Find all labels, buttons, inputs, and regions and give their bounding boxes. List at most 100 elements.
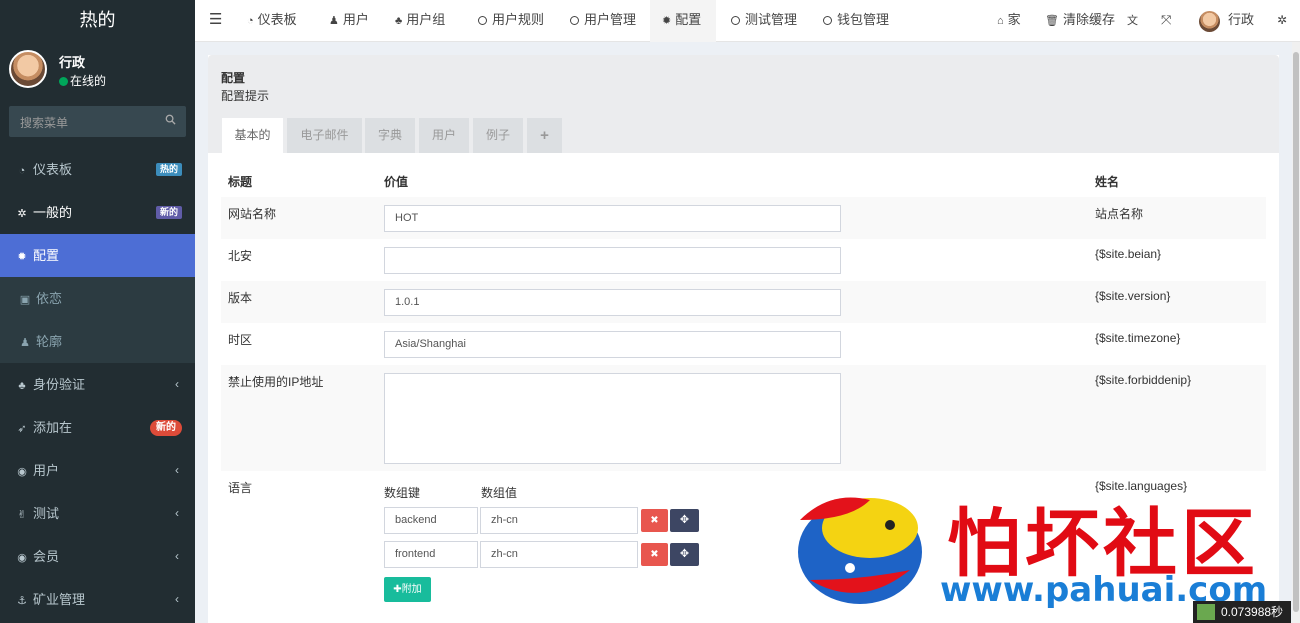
nav-tab-wallet-manage[interactable]: 钱包管理	[823, 0, 889, 42]
nav-tab-dashboard[interactable]: ◔ 仪表板	[247, 0, 297, 42]
row-name: 站点名称	[1095, 207, 1144, 221]
status-text: 在线的	[70, 74, 107, 88]
image-icon: ▣	[19, 294, 31, 306]
table-row: 版本 1.0.1 {$site.version}	[221, 281, 1266, 323]
translate-button[interactable]: 文	[1127, 0, 1138, 42]
clear-cache-button[interactable]: 🗑 清除缓存	[1045, 0, 1115, 42]
append-label: 附加	[401, 584, 422, 595]
tab-email[interactable]: 电子邮件	[287, 118, 362, 153]
scrollbar[interactable]	[1292, 42, 1300, 623]
online-dot-icon	[59, 77, 68, 86]
sidebar-item-config[interactable]: ✹ 配置	[0, 234, 195, 277]
sidebar-item-mining[interactable]: ⚓ 矿业管理 ‹	[0, 578, 195, 621]
drag-handle[interactable]: ✥	[670, 509, 699, 532]
circle-icon	[823, 16, 832, 25]
nav-tab-label: 测试管理	[745, 12, 798, 27]
array-value-header: 数组值	[481, 486, 518, 500]
language-key-input[interactable]: backend	[384, 507, 478, 534]
top-navbar: ☰ ◔ 仪表板 ♟ 用户 ♣ 用户组 用户规则 用户管理 ✹ 配置 测试管理 钱包管理 …	[195, 0, 1300, 42]
user-menu[interactable]: 行政	[1228, 0, 1254, 42]
row-label: 版本	[228, 291, 253, 305]
nav-tab-label: 仪表板	[257, 12, 297, 27]
new-badge: 新的	[155, 206, 182, 219]
language-value-input[interactable]: zh-cn	[480, 541, 638, 568]
remove-button[interactable]: ✖	[641, 509, 668, 532]
row-label: 北安	[228, 249, 253, 263]
sidebar-item-general[interactable]: ✲ 一般的 新的	[0, 191, 195, 234]
scroll-thumb[interactable]	[1293, 52, 1299, 612]
row-label: 禁止使用的IP地址	[228, 375, 324, 389]
nav-tab-user-manage[interactable]: 用户管理	[570, 0, 636, 42]
version-input[interactable]: 1.0.1	[384, 289, 841, 316]
circle-icon	[570, 16, 579, 25]
sidebar-item-label: 一般的	[33, 205, 73, 220]
fullscreen-button[interactable]: ⤧	[1161, 0, 1171, 42]
rocket-icon: ➶	[17, 423, 27, 435]
tab-basic[interactable]: 基本的	[222, 118, 283, 153]
avatar	[9, 50, 47, 88]
user-status: 在线的	[59, 72, 106, 89]
page-title: 配置	[221, 71, 246, 85]
row-name: {$site.forbiddenip}	[1095, 373, 1192, 387]
sidebar-menu: ◔ 仪表板 热的 ✲ 一般的 新的 ✹ 配置 ▣ 依恋 ♟ 轮廓 ♣ 身份验证 ‹ ➶ 添加在…	[0, 148, 195, 621]
nav-tab-test-manage[interactable]: 测试管理	[731, 0, 797, 42]
fullscreen-icon: ⤧	[1161, 12, 1172, 27]
forbidden-ip-textarea[interactable]	[384, 373, 841, 464]
chevron-left-icon: ‹	[175, 377, 179, 391]
circle-icon	[478, 16, 487, 25]
table-row: 禁止使用的IP地址 {$site.forbiddenip}	[221, 365, 1266, 471]
settings-button[interactable]: ✲	[1277, 0, 1287, 42]
tab-user[interactable]: 用户	[419, 118, 469, 153]
sidebar-item-attachment[interactable]: ▣ 依恋	[0, 277, 195, 320]
sidebar-item-dashboard[interactable]: ◔ 仪表板 热的	[0, 148, 195, 191]
menu-icon: ☰	[209, 11, 223, 28]
col-header-name: 姓名	[1095, 175, 1120, 189]
language-key-input[interactable]: frontend	[384, 541, 478, 568]
sidebar-item-member[interactable]: ◉ 会员 ‹	[0, 535, 195, 578]
row-label: 时区	[228, 333, 253, 347]
col-header-title: 标题	[228, 175, 253, 189]
sidebar-item-profile[interactable]: ♟ 轮廓	[0, 320, 195, 363]
row-name: {$site.version}	[1095, 289, 1171, 303]
timer-value: 0.073988秒	[1221, 605, 1284, 619]
remove-button[interactable]: ✖	[641, 543, 668, 566]
home-link[interactable]: ⌂ 家	[997, 0, 1021, 42]
chevron-left-icon: ‹	[175, 549, 179, 563]
tab-add[interactable]: +	[527, 118, 562, 153]
page-subtitle: 配置提示	[221, 89, 270, 103]
plus-icon: ✚	[393, 584, 402, 595]
brand-logo[interactable]: 热的	[0, 0, 195, 42]
tab-dictionary[interactable]: 字典	[365, 118, 415, 153]
tab-example[interactable]: 例子	[473, 118, 523, 153]
sidebar-item-label: 配置	[33, 248, 60, 263]
sidebar-item-auth[interactable]: ♣ 身份验证 ‹	[0, 363, 195, 406]
close-icon: ✖	[650, 549, 659, 560]
sidebar-item-test[interactable]: ✌ 测试 ‹	[0, 492, 195, 535]
avatar[interactable]	[1199, 11, 1220, 32]
nav-tab-config[interactable]: ✹ 配置	[650, 0, 716, 42]
sidebar-item-user[interactable]: ◉ 用户 ‹	[0, 449, 195, 492]
language-value-input[interactable]: zh-cn	[480, 507, 638, 534]
sidebar-toggle-button[interactable]: ☰	[209, 0, 222, 42]
group-icon: ♣	[18, 380, 26, 392]
site-name-input[interactable]: HOT	[384, 205, 841, 232]
nav-tab-user-group[interactable]: ♣ 用户组	[395, 0, 445, 42]
close-icon: ✖	[650, 515, 659, 526]
sidebar-item-addon[interactable]: ➶ 添加在 新的	[0, 406, 195, 449]
append-button[interactable]: ✚附加	[384, 577, 431, 602]
nav-tab-label: 用户规则	[492, 12, 545, 27]
cogs-icon: ✲	[1277, 13, 1288, 27]
user-circle-icon: ◉	[17, 552, 27, 564]
clear-cache-label: 清除缓存	[1062, 12, 1115, 27]
dashboard-icon: ◔	[247, 15, 254, 27]
drag-handle[interactable]: ✥	[670, 543, 699, 566]
dashboard-icon: ◔	[18, 165, 26, 177]
timezone-input[interactable]: Asia/Shanghai	[384, 331, 841, 358]
sidebar-search-input[interactable]: 搜索菜单	[9, 106, 186, 137]
user-name: 行政	[59, 55, 86, 70]
nav-tab-user-rule[interactable]: 用户规则	[478, 0, 544, 42]
beian-input[interactable]	[384, 247, 841, 274]
nav-tab-user[interactable]: ♟ 用户	[329, 0, 369, 42]
gear-icon: ✹	[662, 15, 672, 27]
search-icon[interactable]	[165, 114, 176, 125]
